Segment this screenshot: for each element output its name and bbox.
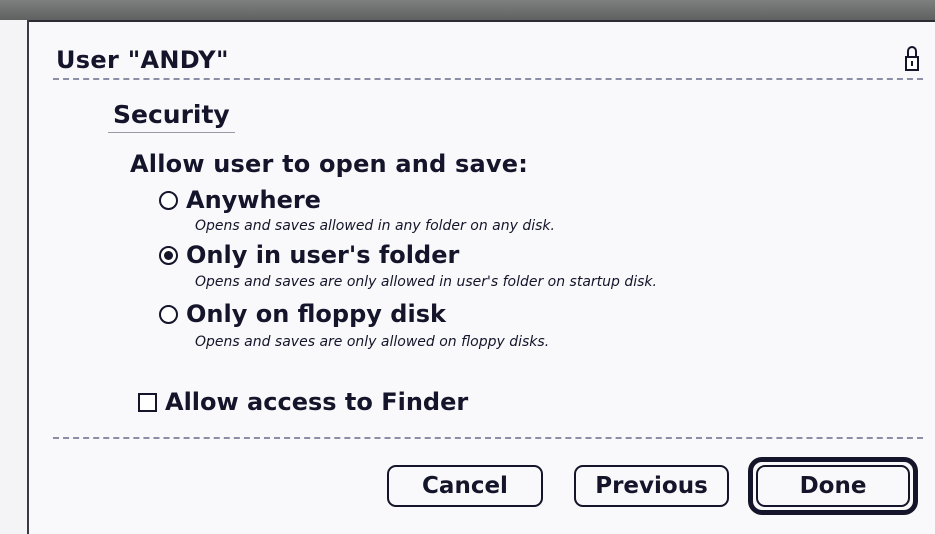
padlock-icon	[905, 46, 919, 71]
option-desc-users-folder: Opens and saves are only allowed in user…	[195, 274, 657, 290]
radio-option-floppy[interactable]: Only on floppy disk	[159, 300, 446, 328]
done-button[interactable]: Done	[756, 465, 910, 507]
radio-button-anywhere[interactable]	[159, 190, 178, 210]
previous-button[interactable]: Previous	[574, 465, 729, 507]
finder-access-checkbox-row[interactable]: Allow access to Finder	[138, 388, 468, 416]
option-desc-anywhere: Opens and saves allowed in any folder on…	[195, 218, 555, 234]
cancel-button[interactable]: Cancel	[387, 465, 543, 507]
option-label-floppy: Only on floppy disk	[186, 300, 446, 328]
radio-option-users-folder[interactable]: Only in user's folder	[159, 241, 459, 269]
finder-access-label: Allow access to Finder	[165, 388, 469, 416]
option-label-anywhere: Anywhere	[186, 186, 321, 214]
radio-option-anywhere[interactable]: Anywhere	[159, 186, 321, 214]
access-heading: Allow user to open and save:	[130, 150, 529, 178]
user-security-dialog: User "ANDY" Security Allow user to open …	[29, 22, 935, 534]
dialog-title: User "ANDY"	[56, 46, 229, 74]
option-desc-floppy: Opens and saves are only allowed on flop…	[195, 334, 550, 350]
section-underline	[108, 132, 235, 133]
buttons-divider	[53, 437, 923, 439]
header-divider	[53, 78, 923, 80]
radio-button-users-folder[interactable]	[159, 245, 178, 265]
radio-button-floppy[interactable]	[159, 304, 178, 324]
option-label-users-folder: Only in user's folder	[186, 241, 460, 269]
window-left-border	[0, 20, 29, 534]
section-title-security: Security	[113, 100, 230, 129]
window-title-bar[interactable]	[0, 0, 935, 22]
finder-access-checkbox[interactable]	[138, 392, 157, 412]
